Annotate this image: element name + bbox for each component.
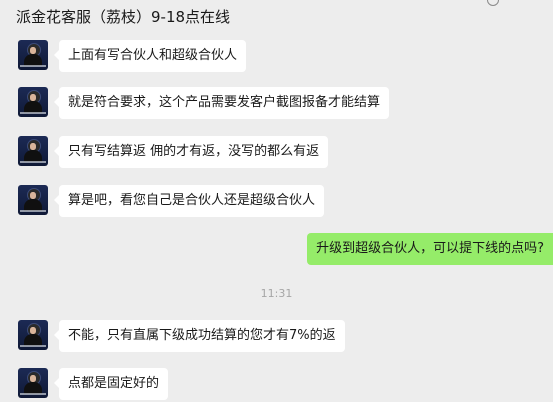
- contact-avatar[interactable]: [18, 136, 48, 166]
- message-row: 就是符合要求，这个产品需要发客户截图报备才能结算: [18, 87, 390, 119]
- chat-header: 派金花客服（荔枝）9-18点在线: [0, 0, 553, 36]
- message-row: 上面有写合伙人和超级合伙人: [18, 40, 247, 72]
- message-bubble-incoming[interactable]: 上面有写合伙人和超级合伙人: [53, 40, 247, 72]
- contact-avatar[interactable]: [18, 185, 48, 215]
- message-row: 点都是固定好的: [18, 368, 169, 400]
- contact-avatar[interactable]: [18, 87, 48, 117]
- contact-avatar[interactable]: [18, 320, 48, 350]
- message-bubble-incoming[interactable]: 算是吧，看您自己是合伙人还是超级合伙人: [53, 185, 325, 217]
- message-bubble-incoming[interactable]: 不能，只有直属下级成功结算的您才有7%的返: [54, 320, 345, 352]
- message-bubble-incoming[interactable]: 点都是固定好的: [53, 368, 169, 400]
- message-row: 算是吧，看您自己是合伙人还是超级合伙人: [18, 185, 325, 217]
- chat-title: 派金花客服（荔枝）9-18点在线: [16, 8, 231, 26]
- circle-icon[interactable]: [487, 0, 499, 6]
- message-bubble-incoming[interactable]: 就是符合要求，这个产品需要发客户截图报备才能结算: [53, 87, 390, 119]
- message-bubble-outgoing[interactable]: 升级到超级合伙人，可以提下线的点吗?: [307, 233, 553, 265]
- contact-avatar[interactable]: [18, 40, 48, 70]
- message-timestamp: 11:31: [260, 287, 293, 300]
- message-row: 不能，只有直属下级成功结算的您才有7%的返: [18, 320, 345, 352]
- contact-avatar[interactable]: [18, 368, 48, 398]
- message-row: 只有写结算返 佣的才有返，没写的都么有返: [18, 136, 329, 168]
- message-row-outgoing: 升级到超级合伙人，可以提下线的点吗?: [307, 233, 553, 265]
- message-bubble-incoming[interactable]: 只有写结算返 佣的才有返，没写的都么有返: [53, 136, 329, 168]
